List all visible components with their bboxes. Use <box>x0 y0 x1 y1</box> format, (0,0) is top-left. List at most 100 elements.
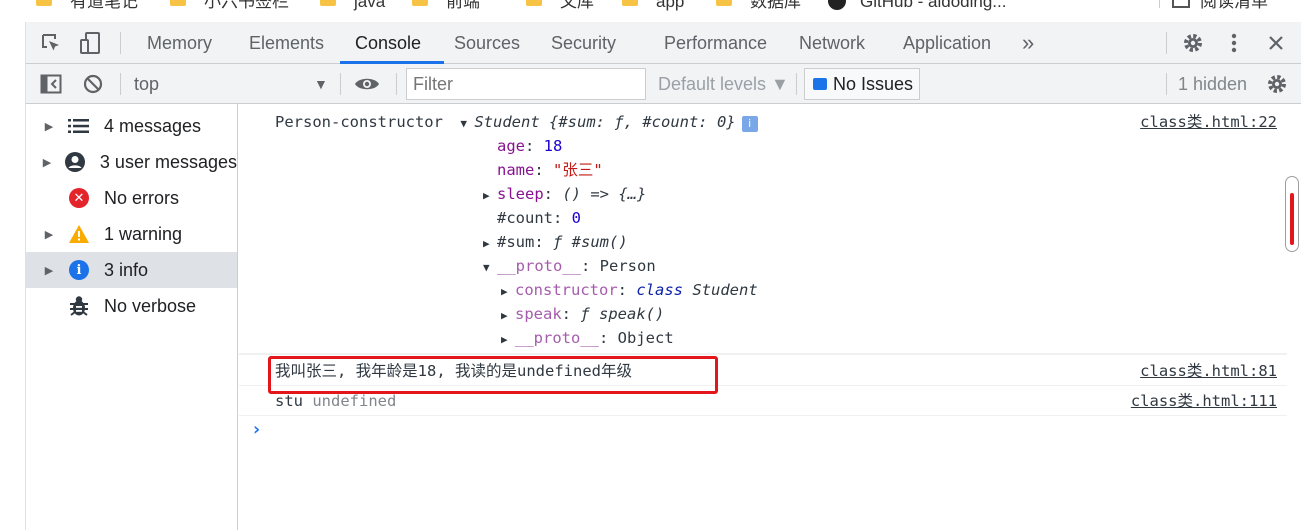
tab-elements[interactable]: Elements <box>249 22 324 64</box>
tab-application[interactable]: Application <box>903 22 991 64</box>
object-property: #count: 0 <box>497 209 582 227</box>
sidebar-item-errors[interactable]: ✕ No errors <box>26 180 237 216</box>
toolbar-divider <box>1166 32 1167 54</box>
scrollbar-thumb[interactable] <box>1290 193 1294 245</box>
console-sidebar: ▶ 4 messages ▶ 3 user messages ✕ No erro… <box>26 104 238 530</box>
tab-sources[interactable]: Sources <box>454 22 520 64</box>
console-settings-gear-icon[interactable] <box>1264 64 1290 104</box>
folder-icon <box>526 0 542 6</box>
expand-triangle-icon[interactable]: ▼ <box>460 112 474 136</box>
object-class-name[interactable]: Student <box>474 113 539 131</box>
more-tabs-button[interactable]: » <box>1022 22 1034 64</box>
object-summary: {#sum: ƒ, #count: 0} <box>549 113 736 131</box>
close-icon[interactable] <box>1264 22 1288 64</box>
bookmark-6[interactable]: app <box>622 0 684 12</box>
toolbar-divider <box>120 32 121 54</box>
expand-triangle-icon[interactable]: ▶ <box>483 184 497 208</box>
object-property[interactable]: ▼ __proto__: Person <box>483 254 656 278</box>
toolbar-divider <box>120 73 121 95</box>
object-property: age: 18 <box>497 137 563 155</box>
sidebar-item-verbose[interactable]: No verbose <box>26 288 237 324</box>
expand-triangle-icon: ▶ <box>42 156 52 169</box>
log-value: undefined <box>312 392 397 410</box>
bookmarks-divider <box>1159 0 1160 8</box>
bookmark-3[interactable]: java <box>320 0 385 12</box>
list-icon <box>68 115 90 137</box>
toolbar-divider <box>396 73 397 95</box>
vertical-scrollbar[interactable] <box>1285 176 1299 252</box>
object-property[interactable]: ▶ sleep: () => {…} <box>483 182 646 206</box>
expand-triangle-icon: ▶ <box>44 264 54 277</box>
tab-console[interactable]: Console <box>355 22 421 64</box>
log-label: stu <box>275 392 303 410</box>
toolbar-divider <box>796 73 797 95</box>
info-icon: i <box>68 259 90 281</box>
log-levels-dropdown[interactable]: Default levels ▼ <box>658 72 789 96</box>
hidden-count: 1 hidden <box>1178 74 1248 94</box>
bug-icon <box>68 295 90 317</box>
object-property[interactable]: ▶ constructor: class Student <box>501 278 758 302</box>
sidebar-item-user-messages[interactable]: ▶ 3 user messages <box>26 144 237 180</box>
collapse-triangle-icon[interactable]: ▼ <box>483 256 497 280</box>
bookmark-2[interactable]: 小六书签栏 <box>170 0 289 12</box>
source-link[interactable]: class类.html:111 <box>1131 389 1277 413</box>
toolbar-divider <box>1166 73 1167 95</box>
chevron-down-icon: ▼ <box>314 76 328 92</box>
sidebar-item-messages[interactable]: ▶ 4 messages <box>26 108 237 144</box>
console-prompt-icon[interactable]: › <box>251 418 262 442</box>
console-messages: Person-constructor ▼ Student {#sum: ƒ, #c… <box>239 104 1301 530</box>
folder-icon <box>716 0 732 6</box>
devtools-panel: Memory Elements Console Sources Security… <box>26 22 1301 530</box>
issues-button[interactable]: No Issues <box>804 68 920 100</box>
expand-triangle-icon: ▶ <box>44 228 54 241</box>
context-selector[interactable]: top <box>134 72 334 96</box>
sidebar-item-warnings[interactable]: ▶ 1 warning <box>26 216 237 252</box>
reading-list-button[interactable]: 阅读清单 <box>1172 0 1268 12</box>
reading-list-icon <box>1172 0 1190 8</box>
filter-input[interactable] <box>406 68 646 100</box>
expand-triangle-icon[interactable]: ▶ <box>501 328 515 352</box>
object-property[interactable]: ▶ __proto__: Object <box>501 326 674 350</box>
source-link[interactable]: class类.html:81 <box>1140 359 1277 383</box>
object-info-icon[interactable]: i <box>741 116 758 132</box>
sidebar-item-info[interactable]: ▶ i 3 info <box>26 252 237 288</box>
bookmark-4[interactable]: 前端 <box>412 0 480 12</box>
more-options-icon[interactable] <box>1222 22 1246 64</box>
console-message: Person-constructor ▼ Student {#sum: ƒ, #c… <box>239 104 1287 354</box>
bookmark-7[interactable]: 数据库 <box>716 0 801 12</box>
folder-icon <box>36 0 52 6</box>
folder-icon <box>320 0 336 6</box>
inspect-element-icon[interactable] <box>36 22 66 64</box>
warning-icon <box>68 223 90 245</box>
tab-network[interactable]: Network <box>799 22 865 64</box>
bookmark-5[interactable]: 文库 <box>526 0 594 12</box>
devtools-tabbar: Memory Elements Console Sources Security… <box>26 22 1301 64</box>
folder-icon <box>412 0 428 6</box>
page-edge <box>0 22 26 530</box>
sidebar-toggle-icon[interactable] <box>38 64 64 104</box>
bookmark-edge: › <box>0 0 2 12</box>
expand-triangle-icon: ▶ <box>44 120 54 133</box>
tab-performance[interactable]: Performance <box>664 22 767 64</box>
expand-triangle-icon[interactable]: ▶ <box>501 304 515 328</box>
user-icon <box>64 151 86 173</box>
clear-console-icon[interactable] <box>80 64 106 104</box>
issues-icon <box>813 78 827 90</box>
expand-triangle-icon[interactable]: ▶ <box>501 280 515 304</box>
bookmarks-bar: › 有道笔记 小六书签栏 java 前端 文库 app 数据库 GitHub -… <box>0 0 1301 22</box>
error-icon: ✕ <box>68 187 90 209</box>
settings-gear-icon[interactable] <box>1179 22 1207 64</box>
log-prefix: Person-constructor <box>275 113 443 131</box>
tab-security[interactable]: Security <box>551 22 616 64</box>
source-link[interactable]: class类.html:22 <box>1140 110 1277 134</box>
device-toolbar-icon[interactable] <box>76 22 106 64</box>
eye-icon[interactable] <box>352 64 382 104</box>
object-property[interactable]: ▶ #sum: ƒ #sum() <box>483 230 628 254</box>
bookmark-1[interactable]: 有道笔记 <box>36 0 138 12</box>
console-message: stu undefined class类.html:111 <box>239 386 1287 416</box>
tab-memory[interactable]: Memory <box>147 22 212 64</box>
bookmark-8[interactable]: GitHub - aldoding... <box>828 0 1006 12</box>
folder-icon <box>622 0 638 6</box>
object-property[interactable]: ▶ speak: ƒ speak() <box>501 302 664 326</box>
expand-triangle-icon[interactable]: ▶ <box>483 232 497 256</box>
